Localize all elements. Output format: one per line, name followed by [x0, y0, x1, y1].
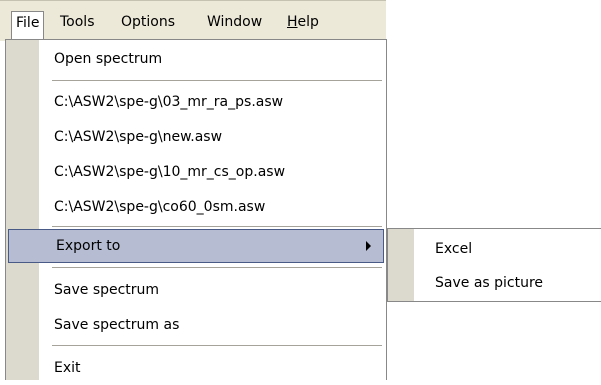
menu-item-label: Save spectrum: [54, 282, 160, 298]
menu-item-save-spectrum-as[interactable]: Save spectrum as: [6, 308, 386, 342]
menu-file[interactable]: File: [11, 11, 45, 41]
menu-item-save-spectrum[interactable]: Save spectrum: [6, 273, 386, 307]
menu-item-recent-file[interactable]: C:\ASW2\spe-g\co60_0sm.asw: [6, 190, 386, 224]
menu-help[interactable]: Help: [283, 12, 323, 32]
menu-help-label: elp: [297, 14, 319, 30]
menu-item-open-spectrum[interactable]: Open spectrum: [6, 42, 386, 76]
menu-window-label: Window: [207, 14, 263, 30]
menu-separator: [52, 345, 382, 346]
export-submenu: Excel Save as picture: [387, 228, 601, 302]
submenu-item-label: Save as picture: [435, 275, 544, 291]
menu-separator: [52, 226, 382, 227]
menu-options-label: Options: [121, 14, 176, 30]
menu-item-label: Open spectrum: [54, 51, 163, 67]
menu-item-recent-file[interactable]: C:\ASW2\spe-g\10_mr_cs_op.asw: [6, 155, 386, 189]
menu-window[interactable]: Window: [203, 12, 266, 32]
menu-bar: File Tools Options Window Help: [0, 0, 386, 41]
menu-file-label: File: [16, 15, 40, 31]
menu-tools-label: Tools: [60, 14, 95, 30]
menu-tools[interactable]: Tools: [56, 12, 99, 32]
menu-item-label: C:\ASW2\spe-g\03_mr_ra_ps.asw: [54, 94, 284, 110]
submenu-item-save-as-picture[interactable]: Save as picture: [388, 267, 601, 299]
menu-separator: [52, 267, 382, 268]
menu-item-label: C:\ASW2\spe-g\co60_0sm.asw: [54, 199, 266, 215]
menu-item-label: C:\ASW2\spe-g\new.asw: [54, 129, 223, 145]
submenu-item-excel[interactable]: Excel: [388, 233, 601, 265]
menu-item-label: C:\ASW2\spe-g\10_mr_cs_op.asw: [54, 164, 286, 180]
menu-help-mnemonic: H: [287, 14, 298, 30]
file-menu-dropdown: Open spectrum C:\ASW2\spe-g\03_mr_ra_ps.…: [5, 39, 387, 380]
menu-item-label: Save spectrum as: [54, 317, 180, 333]
menu-item-label: Export to: [56, 238, 121, 254]
menu-options[interactable]: Options: [117, 12, 179, 32]
menu-item-export-to[interactable]: Export to: [8, 229, 384, 263]
submenu-item-label: Excel: [435, 241, 473, 257]
menu-item-recent-file[interactable]: C:\ASW2\spe-g\new.asw: [6, 120, 386, 154]
submenu-arrow-icon: [366, 241, 371, 251]
menu-item-recent-file[interactable]: C:\ASW2\spe-g\03_mr_ra_ps.asw: [6, 85, 386, 119]
menu-separator: [52, 80, 382, 81]
